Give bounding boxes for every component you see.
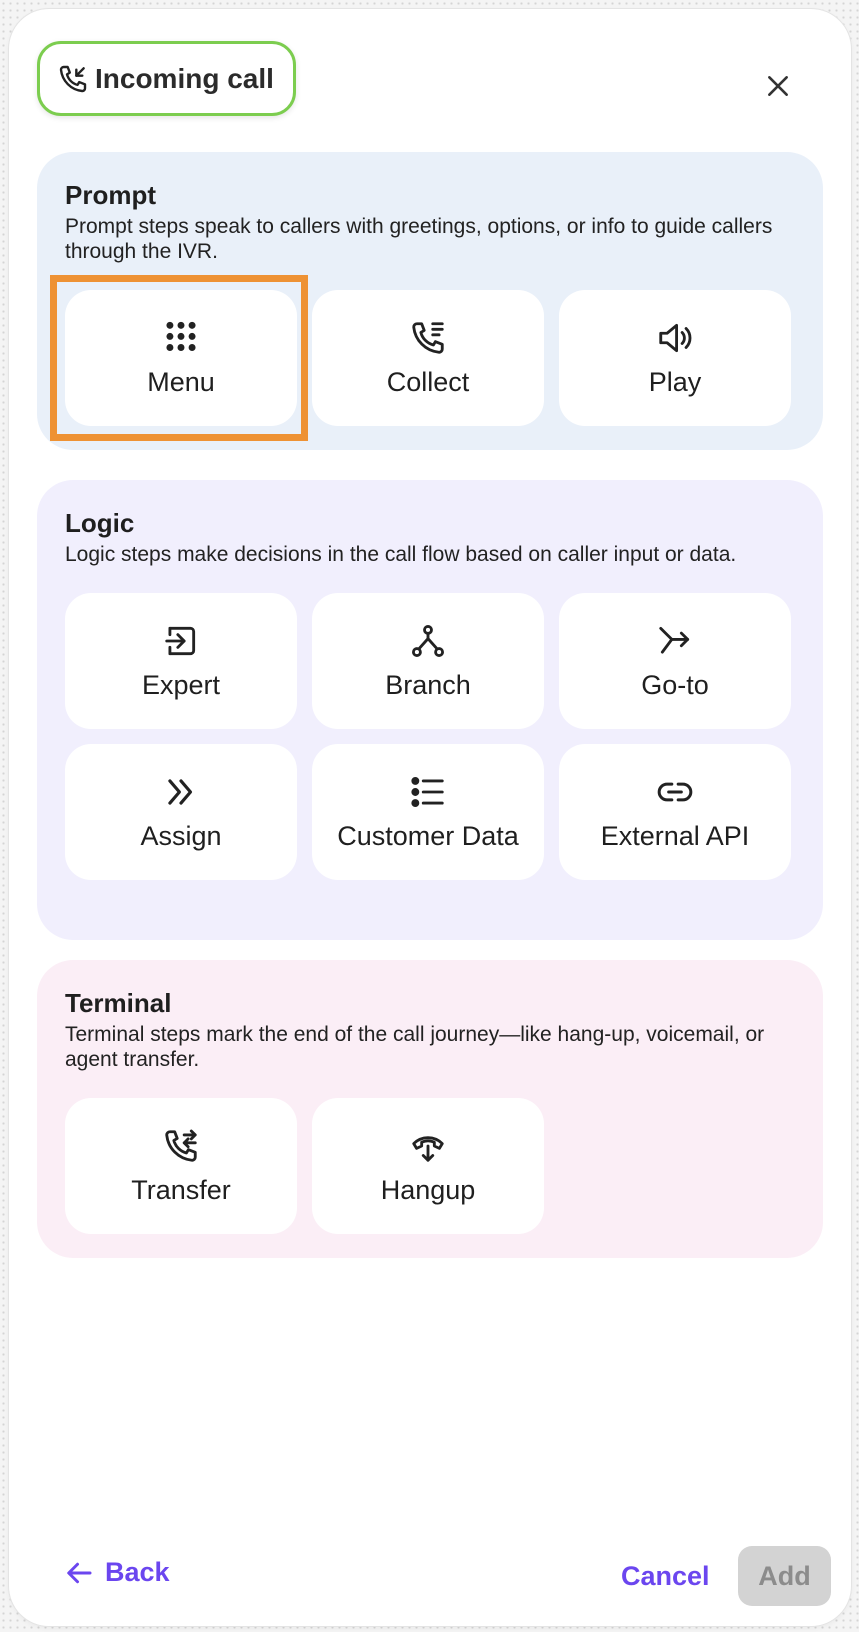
tile-label: Transfer	[131, 1174, 231, 1205]
branch-icon	[412, 624, 444, 657]
tile-assign[interactable]: Assign	[65, 744, 297, 880]
double-chevron-right-icon	[168, 778, 193, 805]
section-description: Terminal steps mark the end of the call …	[65, 1023, 765, 1071]
tile-label: Customer Data	[337, 820, 519, 851]
tile-label: Play	[648, 366, 702, 397]
back-button[interactable]: Back	[65, 1557, 170, 1588]
enter-box-icon	[165, 626, 196, 655]
incoming-call-label: Incoming call	[95, 62, 274, 94]
tile-play[interactable]: Play	[559, 290, 791, 426]
tile-label: Branch	[385, 669, 471, 700]
tile-expert[interactable]: Expert	[65, 593, 297, 729]
section-title: Terminal	[65, 988, 172, 1018]
redirect-arrow-icon	[659, 626, 690, 654]
tile-label: Menu	[147, 366, 215, 397]
tile-label: Assign	[140, 820, 222, 851]
speaker-icon	[659, 323, 692, 352]
section-description: Logic steps make decisions in the call f…	[65, 543, 737, 566]
incoming-call-chip[interactable]: Incoming call	[37, 41, 296, 116]
add-button[interactable]: Add	[738, 1546, 831, 1606]
logic-section: Logic Logic steps make decisions in the …	[37, 480, 823, 940]
tile-label: Go-to	[641, 669, 709, 700]
phone-incoming-icon	[59, 65, 87, 92]
tile-transfer[interactable]: Transfer	[65, 1098, 297, 1234]
close-icon	[768, 76, 788, 96]
tile-grid: Expert Branch Go-to Assign Customer Data…	[65, 593, 795, 880]
tile-menu[interactable]: Menu	[50, 275, 308, 441]
hangup-icon	[412, 1135, 444, 1162]
phone-list-icon	[412, 321, 444, 354]
section-description: Prompt steps speak to callers with greet…	[65, 215, 773, 263]
section-title: Logic	[65, 508, 135, 538]
tile-hangup[interactable]: Hangup	[312, 1098, 544, 1234]
add-step-panel: Incoming call Prompt Prompt steps speak …	[9, 9, 851, 1626]
tile-label: Hangup	[380, 1174, 476, 1205]
tile-label: Collect	[386, 366, 470, 397]
back-label: Back	[105, 1557, 170, 1587]
tile-branch[interactable]: Branch	[312, 593, 544, 729]
cancel-button[interactable]: Cancel	[621, 1561, 710, 1592]
list-icon	[411, 776, 444, 807]
prompt-section: Prompt Prompt steps speak to callers wit…	[37, 152, 823, 450]
tile-customer-data[interactable]: Customer Data	[312, 744, 544, 880]
tile-label: Expert	[141, 669, 221, 700]
phone-transfer-icon	[165, 1129, 197, 1162]
tile-external-api[interactable]: External API	[559, 744, 791, 880]
arrow-left-icon	[67, 1562, 92, 1583]
tile-collect[interactable]: Collect	[312, 290, 544, 426]
close-button[interactable]	[761, 69, 795, 103]
tile-label: External API	[600, 820, 750, 851]
link-icon	[657, 782, 693, 801]
dialpad-icon	[166, 321, 196, 351]
tile-go-to[interactable]: Go-to	[559, 593, 791, 729]
terminal-section: Terminal Terminal steps mark the end of …	[37, 960, 823, 1258]
tile-grid: Transfer Hangup	[65, 1098, 795, 1234]
tile-grid: Menu Collect Play	[50, 275, 795, 441]
section-title: Prompt	[65, 180, 156, 210]
